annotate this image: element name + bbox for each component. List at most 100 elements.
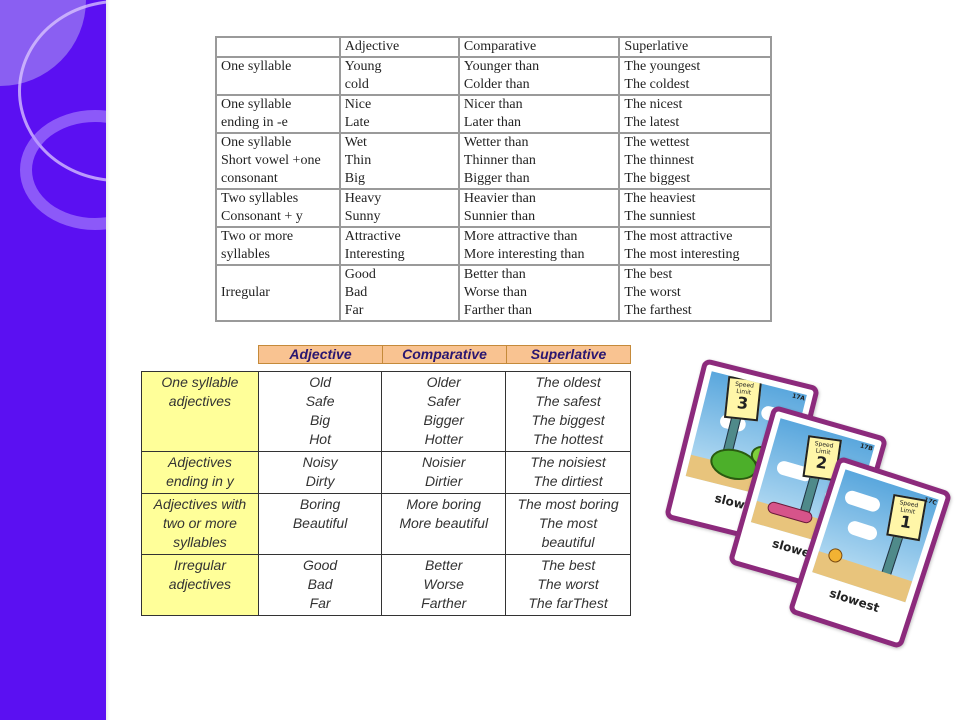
- category-text: One syllable: [221, 135, 292, 150]
- table-row: Two or more syllables Attractive Interestin…: [215, 226, 772, 266]
- table-header-row: Adjective Comparative Superlative: [215, 36, 772, 58]
- category-text: Irregular: [221, 285, 270, 300]
- superlative-text: The oldest: [535, 374, 601, 390]
- adjective-cell: Nice Late: [338, 94, 460, 134]
- superlative-text: The most: [538, 515, 598, 531]
- adjective-text: Big: [309, 412, 331, 428]
- superlative-text: The sunniest: [624, 209, 696, 224]
- superlative-text: The best: [624, 267, 673, 282]
- superlative-text: The most attractive: [624, 229, 733, 244]
- category-cell: Adjectives with two or more syllables: [141, 493, 259, 555]
- table-row: One syllable Short vowel +one consonant Wet…: [215, 132, 772, 190]
- comparative-text: More interesting than: [463, 247, 585, 262]
- table-row: Two syllables Consonant + y Heavy Sunny Heav…: [215, 188, 772, 228]
- category-text: Irregular: [173, 557, 226, 573]
- adjective-text: Nice: [344, 97, 372, 112]
- adjective-text: Late: [344, 115, 370, 130]
- adjective-text: Hot: [309, 431, 331, 447]
- superlative-text: The wettest: [624, 135, 690, 150]
- superlative-cell: The nicest The latest: [618, 94, 772, 134]
- superlative-text: The biggest: [624, 171, 691, 186]
- adjective-text: Good: [302, 557, 338, 573]
- superlative-text: The noisiest: [530, 454, 606, 470]
- superlative-text: beautiful: [541, 534, 595, 550]
- comparative-text: Worse than: [463, 285, 527, 300]
- comparative-text: More boring: [406, 496, 482, 512]
- comparative-text: Bigger: [423, 412, 464, 428]
- superlative-text: The biggest: [531, 412, 605, 428]
- adjective-cell: Good Bad Far: [257, 554, 383, 616]
- comparative-cell: More attractive than More interesting tha…: [457, 226, 621, 266]
- category-cell: Irregular adjectives: [141, 554, 259, 616]
- adjective-cell: Attractive Interesting: [338, 226, 460, 266]
- cloud-icon: [843, 488, 882, 514]
- category-cell: One syllable Short vowel +one consonant: [215, 132, 341, 190]
- comparative-text: Better than: [463, 267, 526, 282]
- comparative-text: Hotter: [424, 431, 463, 447]
- category-text: ending in y: [166, 473, 234, 489]
- category-text: Adjectives: [168, 454, 232, 470]
- superlative-cell: The heaviest The sunniest: [618, 188, 772, 228]
- category-cell: One syllable: [215, 56, 341, 96]
- comparative-cell: Noisier Dirtier: [381, 451, 507, 494]
- adjective-text: Bad: [344, 285, 368, 300]
- adjective-text: Far: [344, 303, 364, 318]
- adjective-text: Bad: [307, 576, 333, 592]
- table-row: Irregular Good Bad Far Better than Worse than…: [215, 264, 772, 322]
- adjective-text: Attractive: [344, 229, 401, 244]
- comparatives-table-sans: One syllable adjectives Old Safe Big Hot Older…: [141, 371, 631, 616]
- table-row: Adjectives with two or more syllables Borin…: [141, 493, 631, 555]
- comparative-text: Nicer than: [463, 97, 523, 112]
- category-cell: Two or more syllables: [215, 226, 341, 266]
- comparative-text: Older: [426, 374, 461, 390]
- adjective-cell: Wet Thin Big: [338, 132, 460, 190]
- superlative-text: The coldest: [624, 77, 690, 92]
- superlative-cell: The best The worst The farThest: [505, 554, 631, 616]
- superlative-text: The farThest: [528, 595, 608, 611]
- comparatives-table-header-bar: Adjective Comparative Superlative: [258, 345, 631, 364]
- comparative-text: Farther than: [463, 303, 532, 318]
- superlative-cell: The most attractive The most interesting: [618, 226, 772, 266]
- comparative-text: Colder than: [463, 77, 530, 92]
- comparative-text: More beautiful: [399, 515, 489, 531]
- slide-sidebar-decoration: [0, 0, 106, 720]
- table-row: One syllable Young cold Younger than Colder …: [215, 56, 772, 96]
- superlative-text: The dirtiest: [533, 473, 603, 489]
- adjective-cell: Old Safe Big Hot: [257, 371, 383, 452]
- adjective-text: Big: [344, 171, 365, 186]
- header-adjective: Adjective: [259, 346, 383, 363]
- comparative-cell: Younger than Colder than: [457, 56, 621, 96]
- superlative-text: The farthest: [624, 303, 692, 318]
- superlative-cell: The oldest The safest The biggest The hotte…: [505, 371, 631, 452]
- superlative-text: The worst: [624, 285, 681, 300]
- superlative-text: The most interesting: [624, 247, 740, 262]
- category-text: Two syllables: [221, 191, 299, 206]
- category-cell: One syllable adjectives: [141, 371, 259, 452]
- sidebar-shadow: [106, 0, 110, 720]
- header-comparative: Comparative: [383, 346, 507, 363]
- header-adjective: Adjective: [338, 36, 460, 58]
- comparative-cell: Better Worse Farther: [381, 554, 507, 616]
- speed-limit-cards-illustration: Speed Limit 3 17A slow Speed Limit 2 17B…: [660, 350, 960, 650]
- superlative-cell: The most boring The most beautiful: [505, 493, 631, 555]
- category-text: One syllable: [221, 59, 292, 74]
- header-comparative: Comparative: [457, 36, 621, 58]
- superlative-text: The heaviest: [624, 191, 696, 206]
- category-text: One syllable: [161, 374, 239, 390]
- adjective-cell: Heavy Sunny: [338, 188, 460, 228]
- category-text: syllables: [173, 534, 227, 550]
- table-row: One syllable adjectives Old Safe Big Hot Older…: [141, 371, 631, 452]
- category-cell: Irregular: [215, 264, 341, 322]
- superlative-text: The youngest: [624, 59, 701, 74]
- header-category: [215, 36, 341, 58]
- category-cell: One syllable ending in -e: [215, 94, 341, 134]
- category-text: Consonant + y: [221, 209, 303, 224]
- category-text: consonant: [221, 171, 278, 186]
- adjective-text: Wet: [344, 135, 367, 150]
- comparative-text: Better: [425, 557, 463, 573]
- adjective-text: Heavy: [344, 191, 382, 206]
- adjective-cell: Boring Beautiful: [257, 493, 383, 555]
- adjective-text: Safe: [305, 393, 335, 409]
- header-superlative: Superlative: [530, 346, 607, 362]
- comparative-text: Safer: [426, 393, 461, 409]
